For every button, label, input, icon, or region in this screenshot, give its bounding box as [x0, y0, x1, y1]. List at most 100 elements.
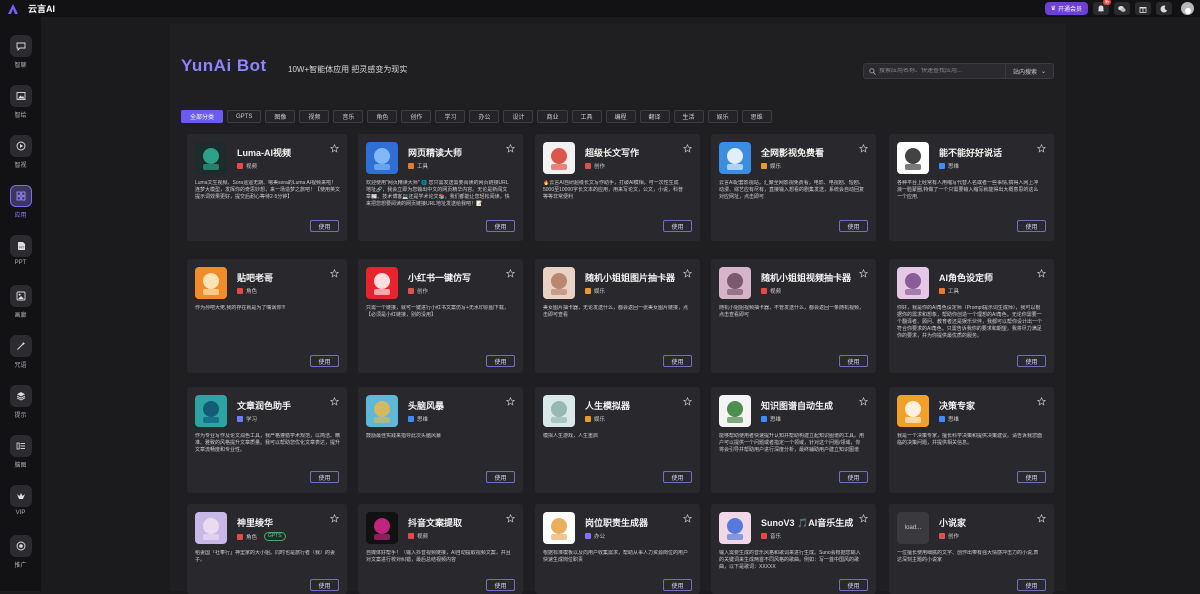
use-button[interactable]: 使用 [663, 355, 692, 367]
star-icon[interactable] [859, 514, 868, 523]
vip-button[interactable]: ♛ 开通会员 [1044, 2, 1088, 15]
app-card[interactable]: 贴吧老哥 角色 作为孙吧大佬,我的存在就是为了嘴讽你!!! 使用 [187, 259, 347, 373]
theme-toggle[interactable] [1156, 2, 1172, 15]
app-card[interactable]: load... 小说家 创作 一位擅长使用细腻的文字、创作出带有强大情感冲击力的小说,… [889, 504, 1054, 594]
user-avatar[interactable] [1181, 2, 1194, 15]
use-button[interactable]: 使用 [310, 355, 339, 367]
app-card[interactable]: 网页精读大师 工具 欢迎使用"网页精读大师" 🌐 您只需发送需要阅读的网页链接URL… [358, 134, 523, 241]
star-icon[interactable] [859, 144, 868, 153]
app-card[interactable]: 决策专家 思维 我是一个决策专家，擅长科学决策和提供决策建议。请告诉我您面临的决策问… [889, 387, 1054, 493]
star-icon[interactable] [859, 397, 868, 406]
app-card[interactable]: 全网影视免费看 娱乐 云言AI配套影视站，汇聚全网影视免费看，电影、电视剧、短剧、动… [711, 134, 876, 241]
app-card[interactable]: 随机小姐姐图片抽卡器 娱乐 美女图片抽卡器，无论发送什么，都会返回一张美女图片链接，… [535, 259, 700, 373]
category-tab[interactable]: 学习 [435, 110, 466, 123]
use-button[interactable]: 使用 [839, 355, 868, 367]
gift-button[interactable] [1135, 2, 1151, 15]
use-button[interactable]: 使用 [486, 220, 515, 232]
star-icon[interactable] [1037, 397, 1046, 406]
app-card[interactable]: 人生模拟器 娱乐 模拟人生游戏，人生重启 使用 [535, 387, 700, 493]
category-tab[interactable]: 商业 [537, 110, 568, 123]
category-tab[interactable]: 全部分类 [181, 110, 224, 123]
app-card[interactable]: 超级长文写作 创作 🔥云言AI自研超级长文写作助手，打破AI模相，可一次性生成500… [535, 134, 700, 241]
star-icon[interactable] [1037, 144, 1046, 153]
use-button[interactable]: 使用 [486, 355, 515, 367]
use-button[interactable]: 使用 [839, 471, 868, 483]
app-card[interactable]: SunoV3 🎵AI音乐生成 音乐 输入需要生成的音乐风格和歌词来进行生成。Suno… [711, 504, 876, 594]
sidebar-item-mindmap[interactable]: 脑图 [0, 435, 41, 469]
sidebar-item-vip[interactable]: VIP [0, 485, 41, 516]
category-tab[interactable]: 工具 [571, 110, 602, 123]
star-icon[interactable] [330, 144, 339, 153]
star-icon[interactable] [506, 397, 515, 406]
sidebar-item-magic[interactable]: 咒语 [0, 335, 41, 369]
star-icon[interactable] [683, 269, 692, 278]
star-icon[interactable] [506, 269, 515, 278]
use-button[interactable]: 使用 [1017, 220, 1046, 232]
use-button[interactable]: 使用 [663, 579, 692, 591]
category-tab[interactable]: 生活 [673, 110, 704, 123]
app-card[interactable]: 知识图谱自动生成 思维 能够帮助使用者快速提升认知并帮助构建立起知识图谱的工具。用户… [711, 387, 876, 493]
star-icon[interactable] [506, 144, 515, 153]
use-button[interactable]: 使用 [310, 220, 339, 232]
star-icon[interactable] [683, 397, 692, 406]
use-button[interactable]: 使用 [1017, 355, 1046, 367]
search-input[interactable] [879, 68, 999, 74]
category-tab[interactable]: 设计 [503, 110, 534, 123]
sidebar-item-image[interactable]: 智绘 [0, 85, 41, 119]
logo-icon[interactable] [7, 3, 19, 15]
search-box[interactable] [863, 63, 1006, 79]
star-icon[interactable] [506, 514, 515, 523]
app-card[interactable]: 神里绫华 角色 GPTS 稻妻国「社奉行」神里家的大小姐。同时也是旅行者（我）的妻子。… [187, 504, 347, 594]
use-button[interactable]: 使用 [839, 579, 868, 591]
star-icon[interactable] [330, 397, 339, 406]
use-button[interactable]: 使用 [663, 471, 692, 483]
star-icon[interactable] [683, 514, 692, 523]
app-card[interactable]: 能不能好好说话 思维 各种平台上经常有人用缩写代替人名或者一些事情,搞得人网上冲浪一… [889, 134, 1054, 241]
use-button[interactable]: 使用 [486, 471, 515, 483]
sidebar-item-layers[interactable]: 提示 [0, 385, 41, 419]
wechat-button[interactable] [1114, 2, 1130, 15]
app-card[interactable]: 文章润色助手 学习 作为专业写作及论文润色工具，我严格遵循学术规范，以简洁、精准、雅… [187, 387, 347, 493]
category-tab[interactable]: 角色 [367, 110, 398, 123]
category-tab[interactable]: 编程 [605, 110, 636, 123]
star-icon[interactable] [859, 269, 868, 278]
star-icon[interactable] [330, 514, 339, 523]
category-tab[interactable]: 办公 [469, 110, 500, 123]
sidebar-item-ppt[interactable]: PPT PPT [0, 235, 41, 266]
app-card[interactable]: AI角色设定师 工具 你好，我是你的AI角色设定师（Prompt提示词生成师），我可… [889, 259, 1054, 373]
star-icon[interactable] [683, 144, 692, 153]
app-card[interactable]: Luma-AI视频 视频 Luma文生视频、Sora遥遥无期、嗯美sora的Luma… [187, 134, 347, 241]
sidebar-item-video[interactable]: 智视 [0, 135, 41, 169]
sidebar-item-gallery[interactable]: 画廊 [0, 285, 41, 319]
use-button[interactable]: 使用 [839, 220, 868, 232]
app-card[interactable]: 小红书一键仿写 创作 只需一个链接，就可一键进行小红书文案仿写+无水印原图下载，【必… [358, 259, 523, 373]
app-card[interactable]: 抖音文案提取 视频 自媒体好帮手！（输入抖音视频链接，AI自动提取视频文案，并且对文… [358, 504, 523, 594]
sidebar-item-label: 画廊 [14, 313, 27, 319]
star-icon[interactable] [1037, 514, 1046, 523]
use-button[interactable]: 使用 [1017, 471, 1046, 483]
app-card[interactable]: 头脑风暴 思维 鼓励最佳实践来指导此次头脑风暴 使用 [358, 387, 523, 493]
category-tab[interactable]: 图像 [265, 110, 296, 123]
category-tab[interactable]: GPTS [227, 110, 262, 123]
use-button[interactable]: 使用 [486, 579, 515, 591]
notification-button[interactable]: 新 [1093, 0, 1111, 15]
use-button[interactable]: 使用 [310, 471, 339, 483]
sidebar-item-apps[interactable]: 应用 [0, 185, 41, 219]
category-tab[interactable]: 思维 [741, 110, 772, 123]
star-icon[interactable] [1037, 269, 1046, 278]
category-tab[interactable]: 娱乐 [707, 110, 738, 123]
app-card[interactable]: 随机小姐姐视频抽卡器 视频 随机小姐姐视频抽卡器，不管发送什么，都会返回一条随机视频… [711, 259, 876, 373]
category-tab[interactable]: 创作 [401, 110, 432, 123]
use-button[interactable]: 使用 [1017, 579, 1046, 591]
search-scope-select[interactable]: 站内搜索 ⌄ [1006, 63, 1054, 79]
use-button[interactable]: 使用 [663, 220, 692, 232]
category-tab[interactable]: 音乐 [333, 110, 364, 123]
category-tab[interactable]: 翻译 [639, 110, 670, 123]
sidebar-item-chat[interactable]: 智聊 [0, 35, 41, 69]
star-icon[interactable] [330, 269, 339, 278]
category-tab[interactable]: 视频 [299, 110, 330, 123]
use-button[interactable]: 使用 [310, 579, 339, 591]
sidebar-item-promote[interactable]: 推广 [0, 535, 41, 569]
category-icon [408, 416, 414, 422]
app-card[interactable]: 岗位职责生成器 办公 根据标准模板以及向用户收集需求，帮助从事人力资源岗位的用户快速… [535, 504, 700, 594]
